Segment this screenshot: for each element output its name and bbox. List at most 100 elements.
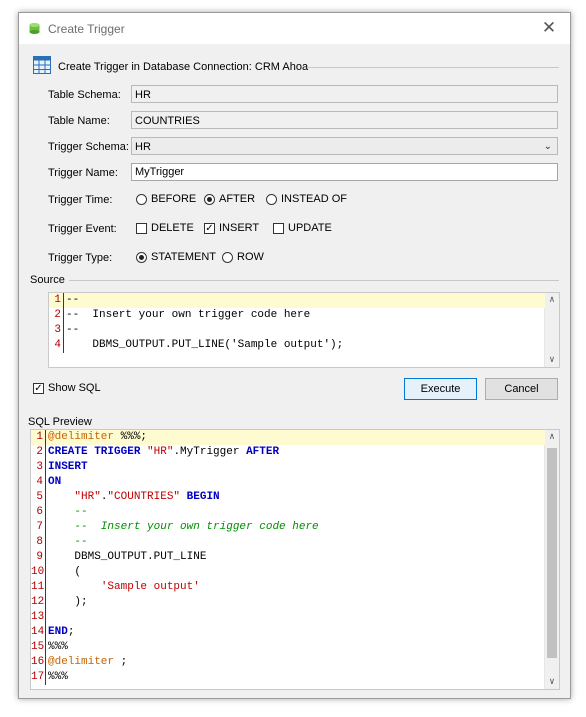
trigger-time-before[interactable]: BEFORE: [136, 193, 196, 205]
code-token: .MyTrigger: [173, 446, 247, 458]
line-number: 1: [54, 294, 61, 306]
gutter-marker: [45, 445, 46, 460]
code-line: 8 --: [31, 535, 545, 550]
trigger-type-statement[interactable]: STATEMENT: [136, 251, 216, 263]
line-number: 15: [31, 641, 45, 653]
code-token: --: [74, 506, 88, 518]
radio-button[interactable]: [266, 193, 277, 205]
checkbox-checked[interactable]: ✓: [33, 382, 44, 394]
source-separator: [69, 280, 559, 281]
code-token: @delimiter: [48, 656, 121, 668]
code-token: "HR": [74, 491, 101, 503]
code-line: 11 'Sample output': [31, 580, 545, 595]
gutter-marker: [45, 580, 46, 595]
line-number: 3: [54, 324, 61, 336]
line-number: 8: [36, 536, 43, 548]
trigger-type-label: Trigger Type:: [48, 252, 113, 264]
line-number: 2: [36, 446, 43, 458]
trigger-event-delete[interactable]: DELETE: [136, 222, 194, 234]
trigger-schema-value: HR: [135, 141, 151, 153]
close-icon[interactable]: ✕: [538, 18, 560, 38]
source-editor[interactable]: ∧ ∨ 1 -- 2 -- Insert your own trigger code …: [48, 292, 560, 368]
code-line: 17%%%: [31, 670, 545, 685]
code-token: DBMS_OUTPUT.PUT_LINE: [48, 551, 207, 563]
trigger-name-input[interactable]: [131, 163, 558, 181]
line-number: 2: [54, 309, 61, 321]
database-icon: [29, 23, 40, 34]
code-token: %%%;: [120, 431, 148, 443]
execute-button[interactable]: Execute: [404, 378, 477, 400]
radio-button[interactable]: [222, 251, 233, 263]
gutter-marker: [45, 610, 46, 625]
trigger-time-instead-of[interactable]: INSTEAD OF: [266, 193, 347, 205]
scroll-up-icon[interactable]: ∧: [545, 430, 559, 444]
dialog-heading: Create Trigger in Database Connection: C…: [58, 61, 309, 73]
gutter-marker: [45, 625, 46, 640]
preview-scrollbar[interactable]: ∧ ∨: [544, 430, 559, 689]
code-token: BEGIN: [186, 491, 220, 503]
chevron-down-icon: ⌄: [543, 141, 552, 152]
code-line: 7 -- Insert your own trigger code here: [31, 520, 545, 535]
scroll-down-icon[interactable]: ∨: [545, 353, 559, 367]
line-number: 12: [31, 596, 45, 608]
gutter-marker: [63, 308, 64, 323]
code-token: "HR": [147, 446, 174, 458]
scroll-thumb[interactable]: [547, 448, 557, 658]
code-token: INSERT: [48, 461, 88, 473]
code-line: 16 @delimiter ;: [31, 655, 545, 670]
trigger-type-row[interactable]: ROW: [222, 251, 264, 263]
code-line: 1 --: [49, 293, 545, 308]
trigger-event-insert[interactable]: ✓ INSERT: [204, 222, 259, 234]
line-number: 14: [31, 626, 45, 638]
checkbox-checked[interactable]: ✓: [204, 222, 215, 234]
radio-button-selected[interactable]: [204, 193, 215, 205]
scroll-down-icon[interactable]: ∨: [545, 675, 559, 689]
gutter-marker: [45, 535, 46, 550]
code-line: 1 @delimiter %%%;: [31, 430, 545, 445]
code-line: 12 );: [31, 595, 545, 610]
code-token: AFTER: [246, 446, 280, 458]
code-line: 3 --: [49, 323, 545, 338]
checkbox[interactable]: [136, 222, 147, 234]
line-number: 10: [31, 566, 45, 578]
code-token: END: [48, 626, 68, 638]
heading-separator: [307, 67, 559, 68]
trigger-event-update[interactable]: UPDATE: [273, 222, 332, 234]
line-number: 3: [36, 461, 43, 473]
checkbox[interactable]: [273, 222, 284, 234]
gutter-marker: [45, 670, 46, 685]
line-number: 9: [36, 551, 43, 563]
trigger-schema-select[interactable]: HR ⌄: [131, 137, 558, 155]
gutter-marker: [63, 338, 64, 353]
show-sql-toggle[interactable]: ✓ Show SQL: [33, 382, 101, 394]
code-token: %%%: [48, 671, 68, 683]
line-number: 17: [31, 671, 45, 683]
trigger-schema-label: Trigger Schema:: [48, 141, 129, 153]
code-token: -- Insert your own trigger code here: [74, 521, 319, 533]
sql-preview-editor[interactable]: ∧ ∨ 1 @delimiter %%%; 2 CREATE TRIGGER "HR"…: [30, 429, 560, 690]
radio-button[interactable]: [136, 193, 147, 205]
code-line: 10 (: [31, 565, 545, 580]
radio-button-selected[interactable]: [136, 251, 147, 263]
gutter-marker: [63, 323, 64, 338]
cancel-button[interactable]: Cancel: [485, 378, 558, 400]
gutter-marker: [45, 595, 46, 610]
gutter-marker: [45, 430, 46, 445]
code-line: 3 INSERT: [31, 460, 545, 475]
code-token: ;: [120, 656, 128, 668]
source-scrollbar[interactable]: ∧ ∨: [544, 293, 559, 367]
scroll-up-icon[interactable]: ∧: [545, 293, 559, 307]
line-number: 16: [31, 656, 45, 668]
line-number: 4: [54, 339, 61, 351]
code-line: 4 ON: [31, 475, 545, 490]
code-token: --: [74, 536, 88, 548]
line-number: 1: [36, 431, 43, 443]
trigger-time-after[interactable]: AFTER: [204, 193, 255, 205]
gutter-marker: [45, 505, 46, 520]
table-grid-icon: [33, 56, 51, 74]
